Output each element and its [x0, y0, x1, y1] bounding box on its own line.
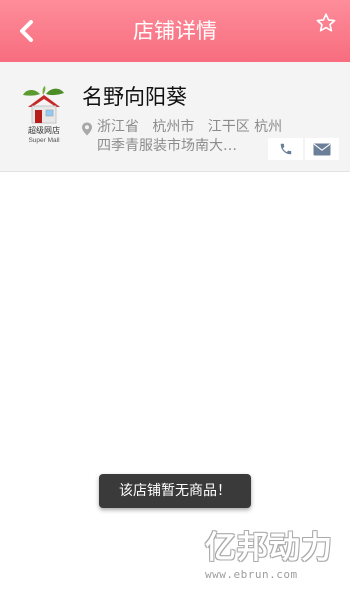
header-bar: 店铺详情: [0, 0, 350, 62]
watermark-url: www.ebrun.com: [205, 568, 298, 581]
phone-icon: [280, 143, 291, 155]
back-button[interactable]: [8, 13, 44, 49]
logo-label-en: Super Mall: [28, 137, 60, 144]
page-title: 店铺详情: [133, 19, 217, 43]
logo-label-cn: 超级网店: [28, 126, 60, 135]
house-with-leaves-logo: [23, 86, 64, 124]
store-address: 浙江省 杭州市 江干区 杭州四季青服装市场南大…: [97, 119, 283, 154]
star-outline-icon: [316, 13, 336, 32]
envelope-icon: [313, 143, 331, 155]
watermark-brand: 亿邦动力: [205, 530, 333, 566]
store-logo: 超级网店 Super Mall: [18, 86, 70, 146]
call-button[interactable]: [268, 138, 303, 160]
store-name: 名野向阳葵: [82, 85, 187, 109]
favorite-button[interactable]: [312, 9, 340, 37]
location-pin-icon: [82, 122, 92, 136]
chevron-left-icon: [20, 20, 33, 42]
email-button[interactable]: [305, 138, 339, 160]
watermark: 亿邦动力 www.ebrun.com: [205, 530, 345, 581]
toast-message: 该店铺暂无商品！: [99, 474, 251, 508]
store-info-card: 超级网店 Super Mall 名野向阳葵 浙江省 杭州市 江干区 杭州四季青服…: [0, 62, 350, 172]
